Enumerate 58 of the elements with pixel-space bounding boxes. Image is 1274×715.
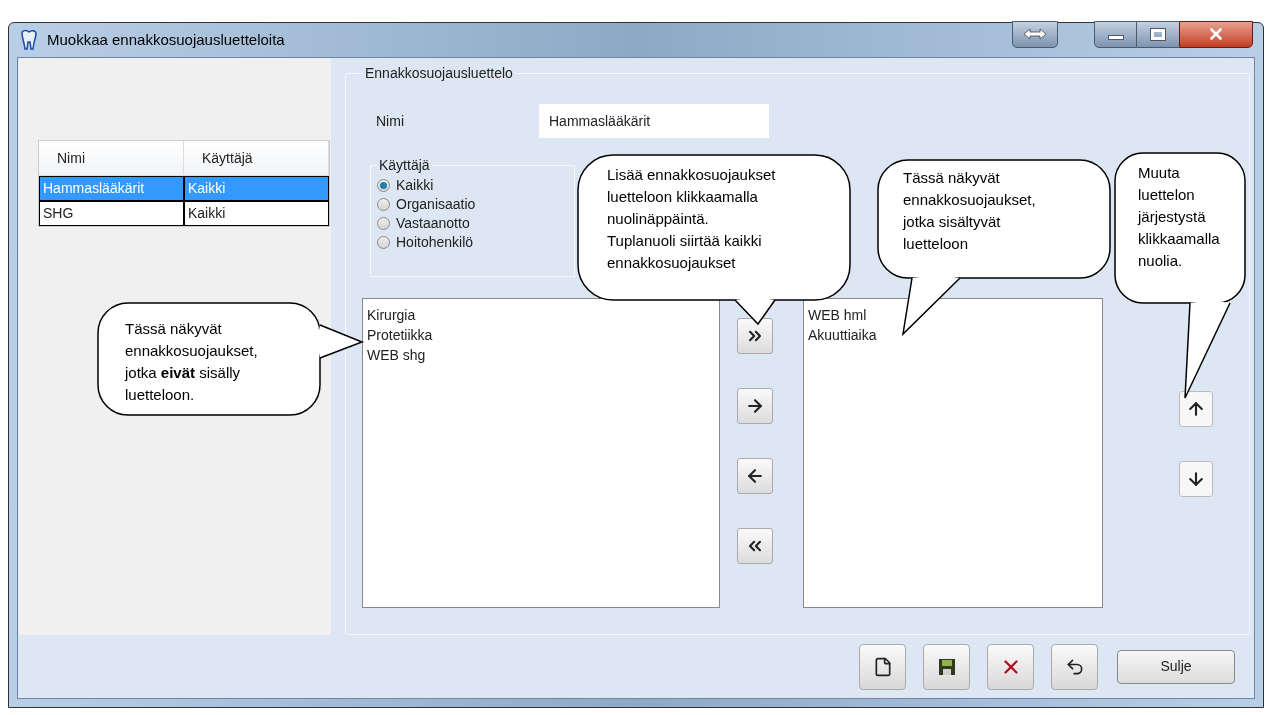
name-label: Nimi	[376, 111, 405, 131]
delete-button[interactable]	[987, 643, 1034, 690]
table-cell: Hammaslääkärit	[39, 176, 184, 201]
close-button[interactable]	[1179, 20, 1253, 48]
callout-text: Tässä näkyvät ennakkosuojaukset, jotka eivät sisälly luetteloon.	[125, 319, 258, 405]
arrow-down-icon	[1186, 469, 1206, 489]
maximize-button[interactable]	[1137, 20, 1179, 48]
radio-label: Hoitohenkilö	[396, 233, 474, 252]
radio-label: Vastaanotto	[396, 214, 470, 233]
callout-text: Lisää ennakkosuojaukset luetteloon klikkaamalla nuolinäppäintä. Tuplanuoli siirtää kaikki ennakkosuojaukset	[607, 165, 776, 273]
name-field[interactable]: Hammaslääkärit	[539, 104, 769, 138]
list-item[interactable]: Kirurgia	[367, 305, 416, 325]
add-all-button[interactable]	[737, 318, 773, 354]
close-icon	[1207, 25, 1225, 43]
undo-icon	[1064, 656, 1085, 677]
double-arrow-icon	[1023, 28, 1047, 40]
maximize-icon	[1151, 28, 1165, 40]
resize-button[interactable]	[1012, 20, 1058, 48]
undo-button[interactable]	[1051, 643, 1098, 690]
tooth-icon	[19, 29, 39, 51]
new-button[interactable]	[859, 643, 906, 690]
radio-label: Kaikki	[396, 176, 434, 195]
radio-label: Organisaatio	[396, 195, 476, 214]
radio-option[interactable]: Kaikki	[377, 176, 574, 195]
close-dialog-button[interactable]: Sulje	[1117, 649, 1235, 684]
group-title: Ennakkosuojausluettelo	[364, 64, 514, 83]
radio-button[interactable]	[377, 198, 390, 211]
user-group-title: Käyttäjä	[378, 156, 431, 175]
arrow-left-icon	[745, 466, 765, 486]
radio-option[interactable]: Organisaatio	[377, 195, 574, 214]
table-cell: Kaikki	[184, 201, 329, 226]
callout-text: Muuta luettelon järjestystä klikkaamalla nuolia.	[1138, 163, 1220, 271]
table-cell: SHG	[39, 201, 184, 226]
remove-all-button[interactable]	[737, 528, 773, 564]
column-header[interactable]: Nimi	[39, 141, 184, 175]
radio-button[interactable]	[377, 236, 390, 249]
column-header[interactable]: Käyttäjä	[184, 141, 329, 175]
save-button[interactable]	[923, 643, 970, 690]
add-button[interactable]	[737, 388, 773, 424]
window-title: Muokkaa ennakkosuojausluetteloita	[47, 29, 285, 50]
list-item[interactable]: Protetiikka	[367, 325, 433, 345]
arrow-right-icon	[745, 396, 765, 416]
radio-option[interactable]: Hoitohenkilö	[377, 233, 574, 252]
list-item[interactable]: WEB hml	[808, 305, 867, 325]
list-item[interactable]: WEB shg	[367, 345, 426, 365]
callout-text: Tässä näkyvät ennakkosuojaukset, jotka sisältyvät luetteloon	[903, 168, 1036, 254]
radio-button[interactable]	[377, 179, 390, 192]
radio-button[interactable]	[377, 217, 390, 230]
minimize-icon	[1107, 34, 1124, 40]
list-item[interactable]: Akuuttiaika	[808, 325, 877, 345]
table-row[interactable]: SHG Kaikki	[39, 201, 329, 226]
arrow-up-icon	[1186, 399, 1206, 419]
move-up-button[interactable]	[1179, 391, 1213, 427]
table-cell: Kaikki	[184, 176, 329, 201]
move-down-button[interactable]	[1179, 461, 1213, 497]
remove-button[interactable]	[737, 458, 773, 494]
minimize-button[interactable]	[1094, 20, 1137, 48]
radio-option[interactable]: Vastaanotto	[377, 214, 574, 233]
